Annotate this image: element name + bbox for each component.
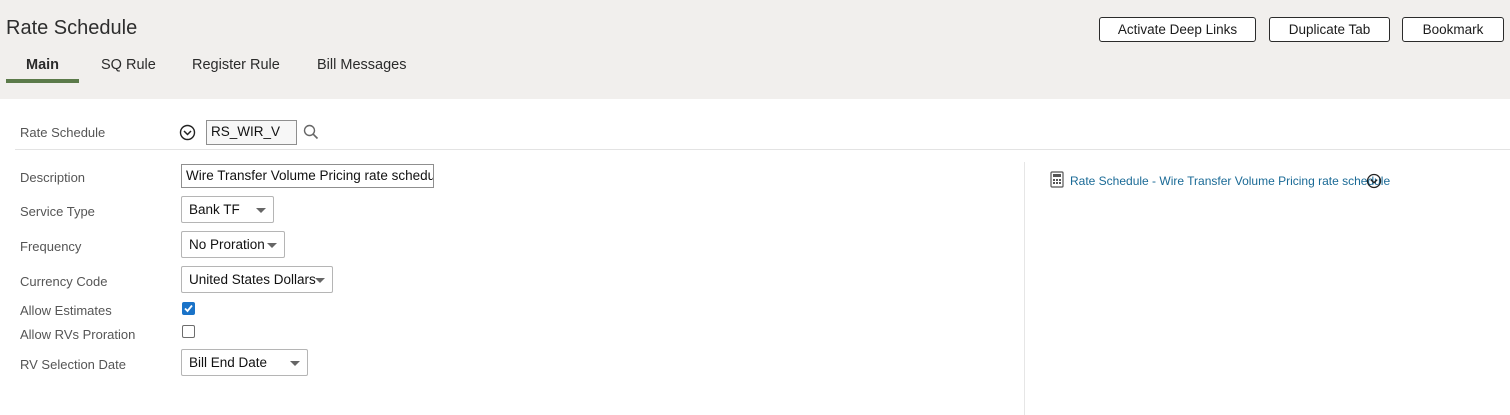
chevron-circle-down-icon[interactable] <box>1366 173 1382 189</box>
frequency-value: No Proration <box>189 237 265 252</box>
search-icon[interactable] <box>303 124 319 140</box>
calculator-icon <box>1050 171 1064 188</box>
section-divider <box>15 149 1510 150</box>
service-type-label: Service Type <box>20 204 95 219</box>
activate-deep-links-button[interactable]: Activate Deep Links <box>1099 17 1256 42</box>
currency-code-value: United States Dollars <box>189 272 316 287</box>
rv-selection-date-label: RV Selection Date <box>20 357 126 372</box>
duplicate-tab-button[interactable]: Duplicate Tab <box>1269 17 1390 42</box>
service-type-select[interactable]: Bank TF <box>181 196 274 223</box>
tab-bill-messages[interactable]: Bill Messages <box>317 57 406 73</box>
page-header: Rate Schedule Activate Deep Links Duplic… <box>0 0 1510 99</box>
frequency-label: Frequency <box>20 239 82 254</box>
chevron-down-icon <box>315 278 325 283</box>
chevron-down-icon <box>290 361 300 366</box>
rate-schedule-label: Rate Schedule <box>20 125 106 140</box>
allow-estimates-label: Allow Estimates <box>20 303 112 318</box>
bookmark-button[interactable]: Bookmark <box>1402 17 1504 42</box>
column-divider <box>1024 162 1025 415</box>
description-input[interactable]: Wire Transfer Volume Pricing rate schedu <box>181 164 434 188</box>
tab-sq-rule[interactable]: SQ Rule <box>101 57 156 73</box>
active-tab-indicator <box>6 79 79 83</box>
frequency-select[interactable]: No Proration <box>181 231 285 258</box>
chevron-down-icon <box>256 208 266 213</box>
rv-selection-date-select[interactable]: Bill End Date <box>181 349 308 376</box>
page-title: Rate Schedule <box>6 17 138 39</box>
service-type-value: Bank TF <box>189 202 240 217</box>
chevron-down-icon <box>267 243 277 248</box>
allow-rvs-proration-checkbox[interactable] <box>182 325 195 338</box>
description-label: Description <box>20 170 86 185</box>
allow-rvs-proration-label: Allow RVs Proration <box>20 327 136 342</box>
chevron-circle-down-icon[interactable] <box>179 124 196 141</box>
tab-register-rule[interactable]: Register Rule <box>192 57 280 73</box>
rate-schedule-input[interactable]: RS_WIR_V <box>206 120 297 145</box>
currency-code-select[interactable]: United States Dollars <box>181 266 333 293</box>
tab-main[interactable]: Main <box>26 57 59 73</box>
checkmark-icon <box>184 304 193 313</box>
allow-estimates-checkbox[interactable] <box>182 302 195 315</box>
currency-code-label: Currency Code <box>20 274 108 289</box>
rv-selection-date-value: Bill End Date <box>189 355 268 370</box>
rate-schedule-context-link[interactable]: Rate Schedule - Wire Transfer Volume Pri… <box>1070 174 1390 188</box>
